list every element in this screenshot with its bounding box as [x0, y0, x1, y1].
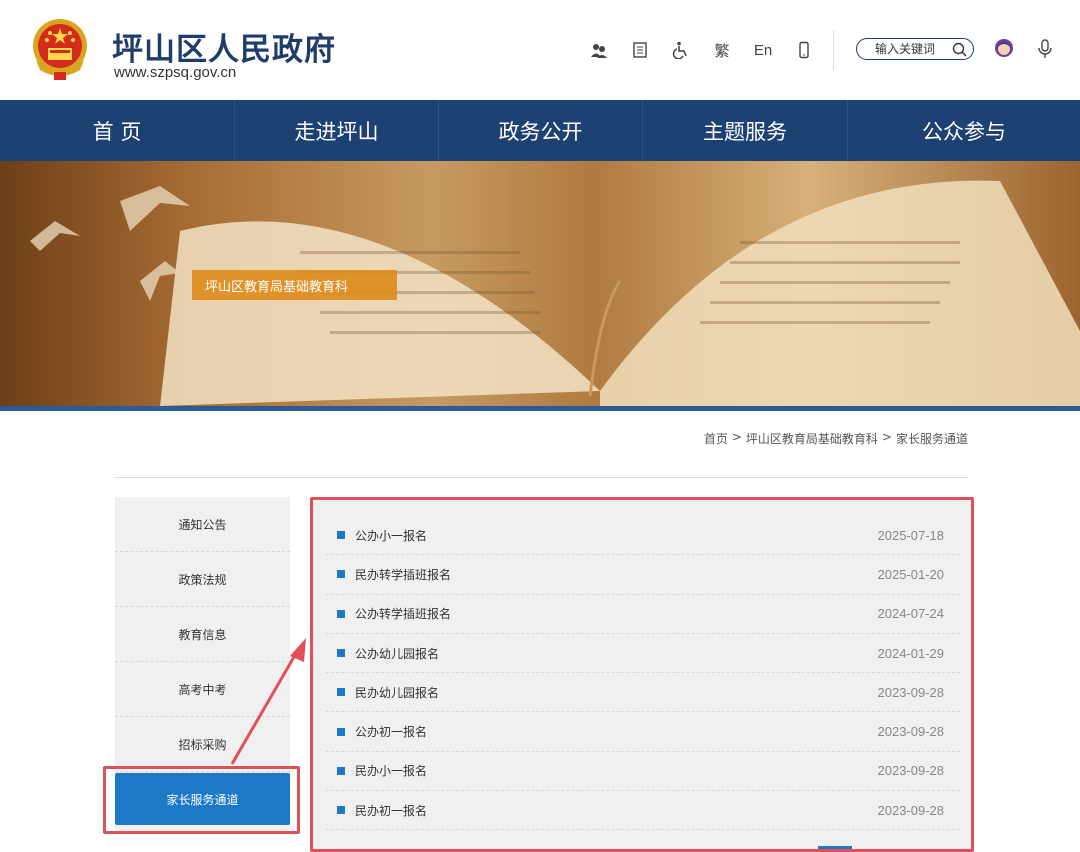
pagination-indicator[interactable] [818, 846, 852, 849]
list-item-title[interactable]: 民办初一报名 [355, 802, 427, 819]
list-item-title[interactable]: 民办小一报名 [355, 762, 427, 779]
list-item[interactable]: 民办小一报名 2023-09-28 [326, 752, 960, 792]
list-item-date: 2024-07-24 [877, 606, 945, 622]
content-divider [114, 477, 968, 478]
main-nav: 首 页 走进坪山 政务公开 主题服务 公众参与 [0, 100, 1080, 161]
list-item[interactable]: 民办转学插班报名 2025-01-20 [326, 555, 960, 595]
site-header: 坪山区人民政府 www.szpsq.gov.cn 繁 En [0, 0, 1080, 100]
bullet-icon [337, 609, 345, 618]
list-item[interactable]: 公办初一报名 2023-09-28 [326, 712, 960, 752]
document-icon[interactable] [626, 36, 654, 64]
header-toolbar: 繁 En [585, 36, 831, 64]
bullet-icon [337, 531, 345, 540]
accessibility-team-icon[interactable] [585, 36, 613, 64]
national-emblem-icon [33, 19, 87, 80]
sidebar-item-procurement[interactable]: 招标采购 [115, 717, 290, 772]
list-item[interactable]: 公办小一报名 2025-07-18 [326, 516, 960, 556]
list-item-title[interactable]: 公办初一报名 [355, 723, 427, 740]
nav-item-gov-affairs[interactable]: 政务公开 [439, 100, 643, 161]
nav-item-home[interactable]: 首 页 [0, 100, 235, 161]
list-item-date: 2025-01-20 [877, 566, 945, 582]
header-divider [833, 30, 834, 70]
list-item[interactable]: 公办幼儿园报名 2024-01-29 [326, 634, 960, 674]
list-item-date: 2023-09-28 [877, 724, 945, 740]
list-item-date: 2023-09-28 [877, 802, 945, 818]
sidebar-item-notices[interactable]: 通知公告 [115, 497, 290, 552]
mobile-icon[interactable] [790, 36, 818, 64]
breadcrumb-home[interactable]: 首页 [704, 430, 728, 447]
nav-item-services[interactable]: 主题服务 [643, 100, 848, 161]
list-item-date: 2024-01-29 [877, 645, 945, 661]
nav-item-about[interactable]: 走进坪山 [235, 100, 439, 161]
bullet-icon [337, 649, 345, 658]
list-item-date: 2023-09-28 [877, 684, 945, 700]
list-item[interactable]: 民办幼儿园报名 2023-09-28 [326, 673, 960, 713]
search-icon[interactable] [952, 42, 967, 57]
sidebar-item-exams[interactable]: 高考中考 [115, 662, 290, 717]
avatar-icon[interactable] [994, 38, 1014, 58]
list-item[interactable]: 民办初一报名 2023-09-28 [326, 791, 960, 831]
breadcrumb-separator: > [731, 430, 742, 444]
article-list: 公办小一报名 2025-07-18 民办转学插班报名 2025-01-20 公办… [326, 516, 960, 831]
bullet-icon [337, 806, 345, 815]
banner-label: 坪山区教育局基础教育科 [192, 270, 397, 300]
list-item-title[interactable]: 民办转学插班报名 [355, 566, 451, 583]
list-item-title[interactable]: 公办转学插班报名 [355, 605, 451, 622]
bullet-icon [337, 688, 345, 697]
nav-item-participation[interactable]: 公众参与 [848, 100, 1080, 161]
book-illustration [30, 180, 1080, 406]
bullet-icon [337, 766, 345, 775]
list-item-title[interactable]: 民办幼儿园报名 [355, 684, 439, 701]
banner-image: 坪山区教育局基础教育科 [0, 161, 1080, 406]
sidebar-item-education-info[interactable]: 教育信息 [115, 607, 290, 662]
site-title[interactable]: 坪山区人民政府 [112, 24, 336, 69]
sidebar-item-policies[interactable]: 政策法规 [115, 552, 290, 607]
bullet-icon [337, 727, 345, 736]
list-item-date: 2025-07-18 [877, 527, 945, 543]
banner-divider [0, 406, 1080, 411]
site-url[interactable]: www.szpsq.gov.cn [114, 64, 236, 81]
sidebar: 通知公告 政策法规 教育信息 高考中考 招标采购 家长服务通道 [115, 497, 290, 831]
breadcrumb-separator: > [881, 430, 892, 444]
breadcrumb-department[interactable]: 坪山区教育局基础教育科 [746, 430, 878, 447]
breadcrumb-current[interactable]: 家长服务通道 [896, 430, 968, 447]
list-item-title[interactable]: 公办小一报名 [355, 527, 427, 544]
english-button[interactable]: En [749, 36, 777, 64]
list-item-date: 2023-09-28 [877, 763, 945, 779]
list-item-title[interactable]: 公办幼儿园报名 [355, 645, 439, 662]
search-input[interactable] [875, 42, 951, 56]
list-item[interactable]: 公办转学插班报名 2024-07-24 [326, 595, 960, 634]
traditional-chinese-button[interactable]: 繁 [708, 36, 736, 64]
breadcrumb: 首页 > 坪山区教育局基础教育科 > 家长服务通道 [704, 430, 968, 447]
sidebar-item-parent-services[interactable]: 家长服务通道 [115, 773, 290, 825]
microphone-icon[interactable] [1037, 39, 1053, 59]
search-box[interactable] [856, 38, 974, 60]
wheelchair-icon[interactable] [667, 36, 695, 64]
bullet-icon [337, 570, 345, 579]
content-panel: 公办小一报名 2025-07-18 民办转学插班报名 2025-01-20 公办… [310, 497, 974, 852]
